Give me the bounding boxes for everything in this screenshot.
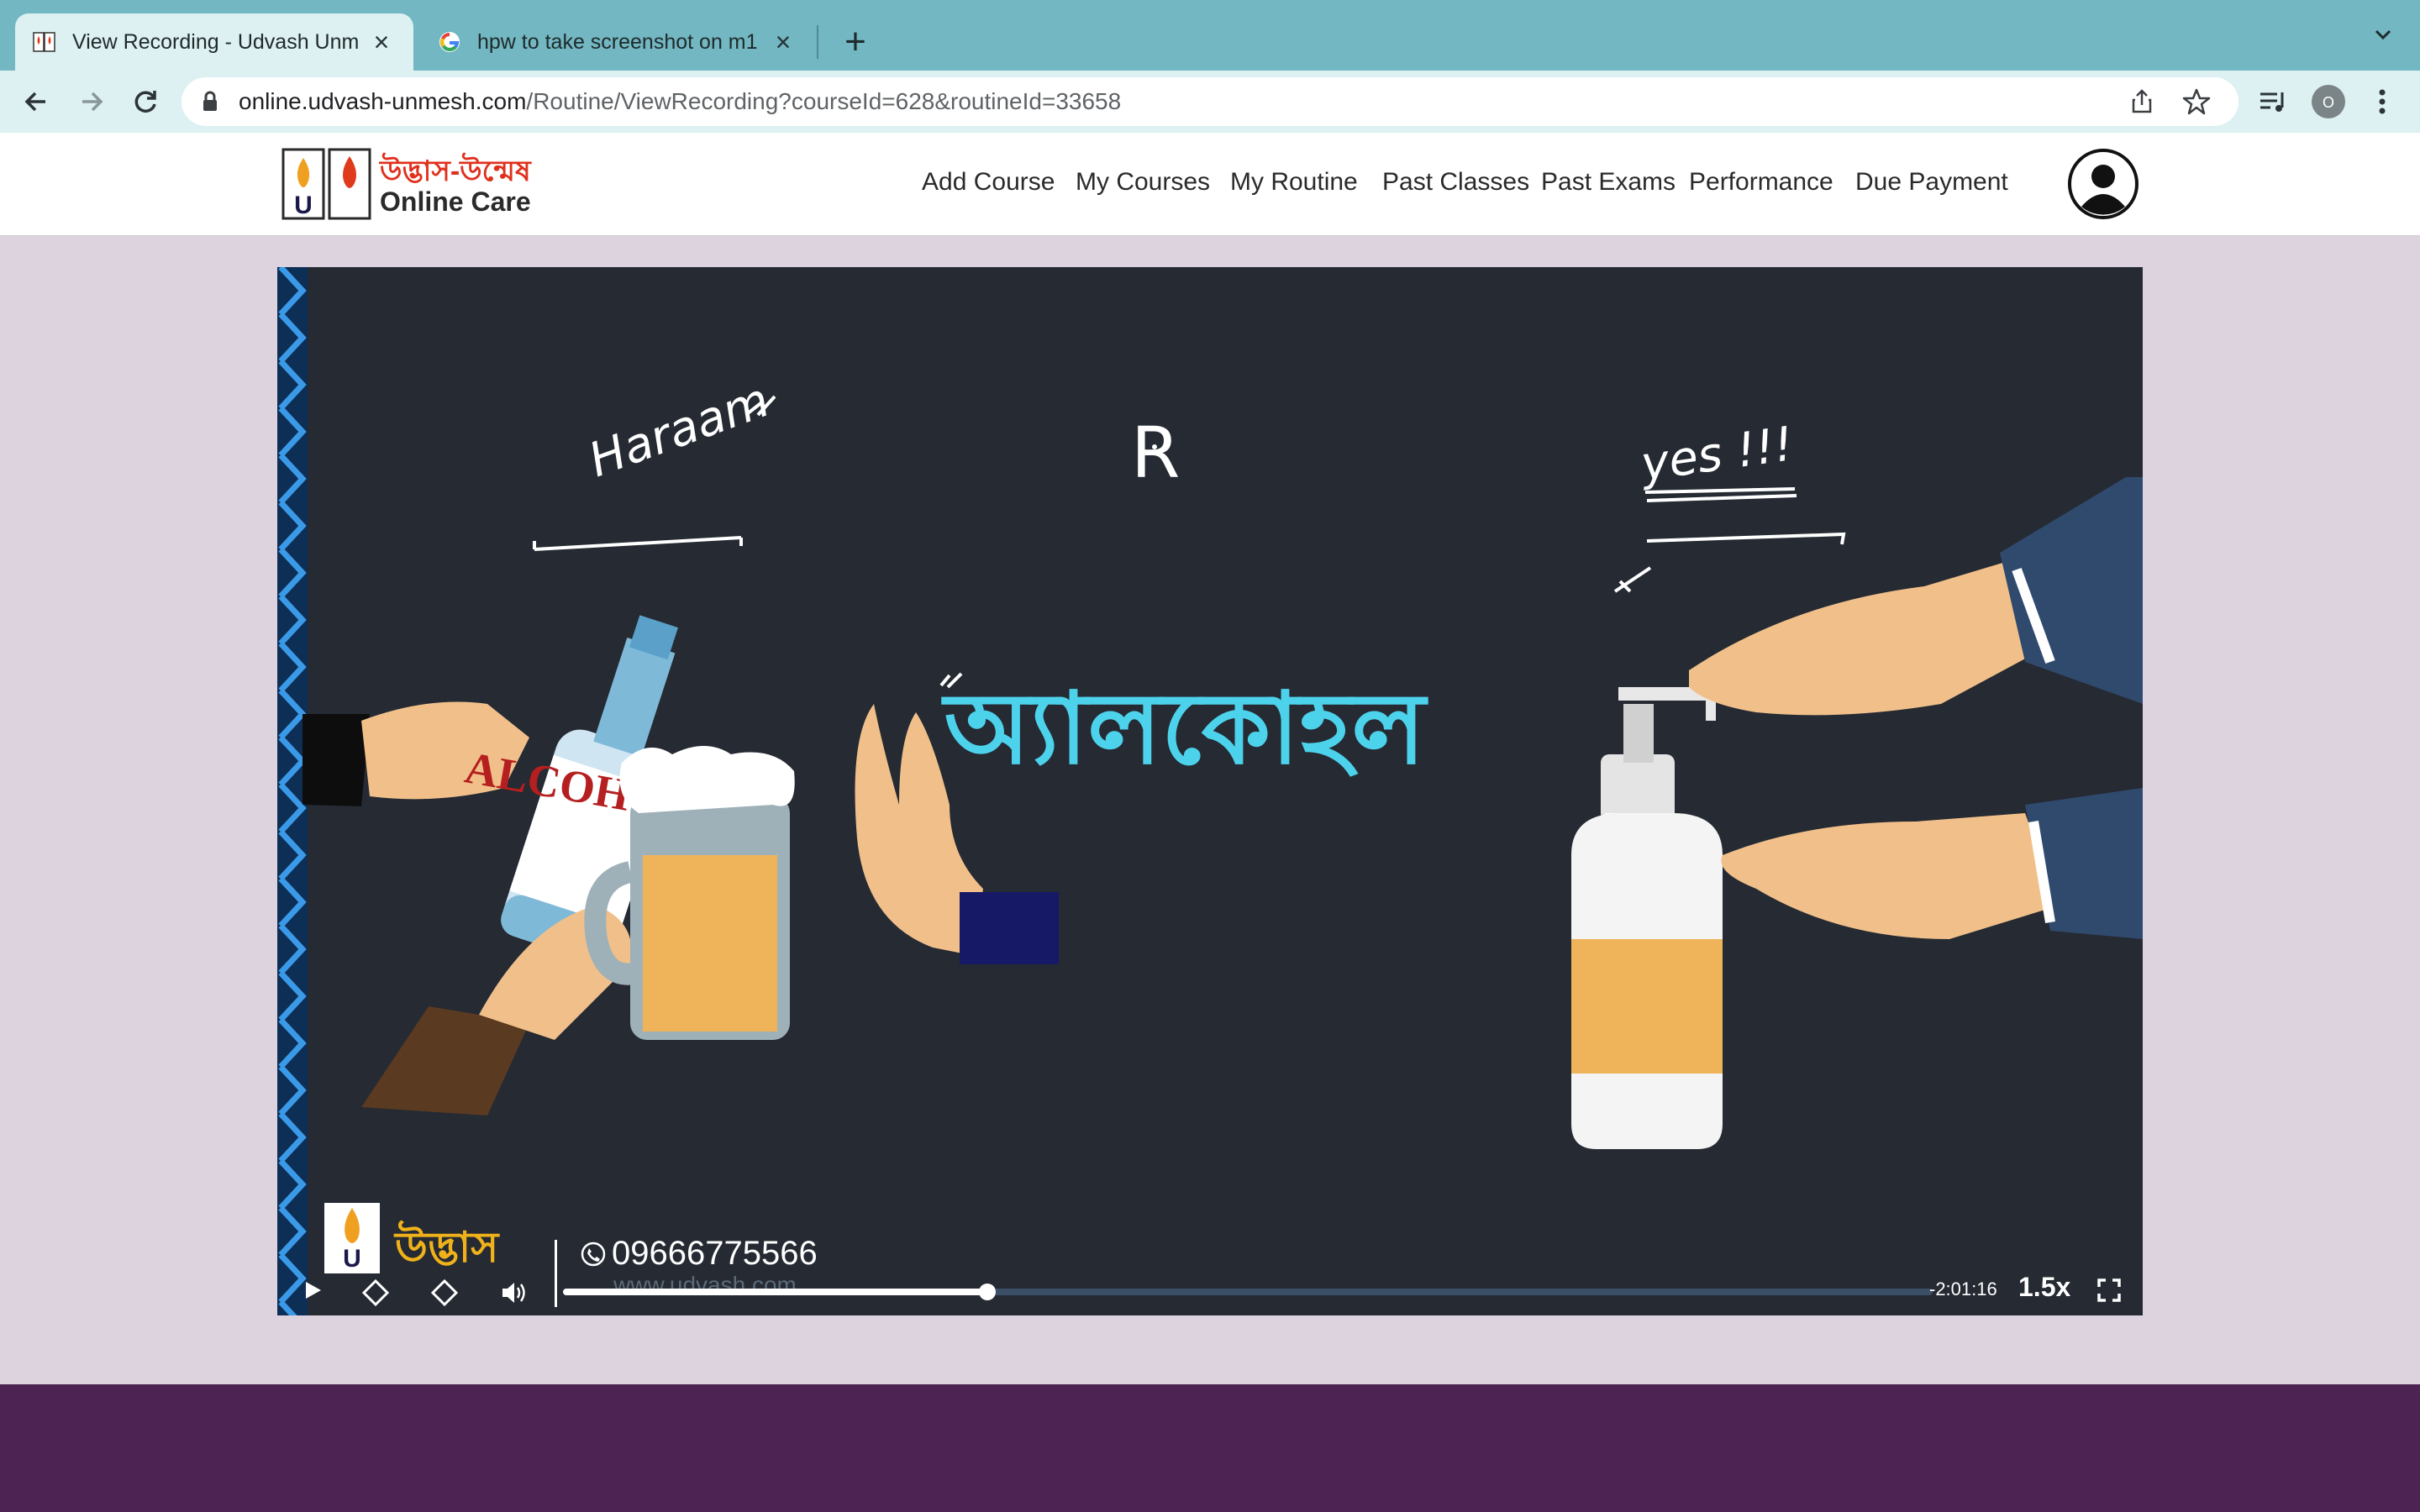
avatar-icon[interactable]: O xyxy=(2309,82,2348,121)
url-text[interactable]: online.udvash-unmesh.com/Routine/ViewRec… xyxy=(239,77,1121,126)
close-tab-icon[interactable]: × xyxy=(366,27,397,58)
tab-search-chevron-icon[interactable] xyxy=(2366,22,2400,55)
media-icon[interactable] xyxy=(2254,82,2292,121)
close-tab-icon[interactable]: × xyxy=(768,27,798,58)
annotation-yes: yes !!! xyxy=(1636,417,1797,492)
google-icon xyxy=(437,29,462,55)
site-logo[interactable]: U উদ্ভাস-উন্মেষ Online Care xyxy=(281,146,533,222)
menu-icon[interactable] xyxy=(2363,82,2402,121)
lock-icon[interactable] xyxy=(202,91,218,117)
browser-toolbar: online.udvash-unmesh.com/Routine/ViewRec… xyxy=(0,71,2420,134)
share-icon[interactable] xyxy=(2128,87,2156,120)
star-icon[interactable] xyxy=(2181,87,2212,121)
scene-title-bangla: অ্যালকোহল xyxy=(941,674,1429,785)
nav-my-courses[interactable]: My Courses xyxy=(1076,168,1210,197)
address-bar[interactable]: online.udvash-unmesh.com/Routine/ViewRec… xyxy=(182,77,2238,126)
forward-marker-icon[interactable] xyxy=(430,1278,459,1311)
tab-view-recording[interactable]: View Recording - Udvash Unm × xyxy=(15,13,413,71)
reload-icon[interactable] xyxy=(126,82,165,121)
nav-past-classes[interactable]: Past Classes xyxy=(1382,168,1529,197)
volume-icon[interactable] xyxy=(499,1278,528,1311)
watermark-logo-icon: U xyxy=(324,1203,380,1273)
site-header: U উদ্ভাস-উন্মেষ Online Care Add Course M… xyxy=(0,133,2420,236)
profile-initial: O xyxy=(2323,94,2334,111)
nav-due-payment[interactable]: Due Payment xyxy=(1855,168,2008,197)
svg-text:U: U xyxy=(294,192,313,219)
watermark-phone: 09666775566 xyxy=(580,1235,818,1273)
nav-past-exams[interactable]: Past Exams xyxy=(1541,168,1676,197)
new-tab-icon[interactable]: + xyxy=(837,20,874,64)
fullscreen-icon[interactable] xyxy=(2096,1277,2123,1308)
watermark-brand-text: উদ্ভাস xyxy=(395,1224,499,1271)
nav-add-course[interactable]: Add Course xyxy=(922,168,1055,197)
logo-english-text: Online Care xyxy=(380,186,531,217)
tab-separator xyxy=(817,25,818,59)
phone-number: 09666775566 xyxy=(612,1235,818,1272)
site-footer xyxy=(0,1384,2420,1512)
tab-title: View Recording - Udvash Unm xyxy=(72,29,360,54)
url-path: /Routine/ViewRecording?courseId=628&rout… xyxy=(526,88,1122,114)
back-icon[interactable] xyxy=(17,82,55,121)
lecture-scene: ALCOHOL অ্যালকোহল Haraam R yes !!! xyxy=(302,373,2143,1149)
rewind-marker-icon[interactable] xyxy=(361,1278,390,1311)
annotation-haraam: Haraam xyxy=(582,373,776,488)
forward-icon[interactable] xyxy=(72,82,111,121)
user-avatar-icon[interactable] xyxy=(2067,148,2139,224)
progress-track[interactable] xyxy=(563,1284,1933,1300)
progress-fill xyxy=(563,1289,988,1295)
annotation-r: R xyxy=(1131,412,1180,494)
nav-performance[interactable]: Performance xyxy=(1689,168,1833,197)
video-player[interactable]: ALCOHOL অ্যালকোহল Haraam R yes !!! U উদ্ xyxy=(277,267,2143,1315)
play-icon[interactable] xyxy=(301,1278,324,1306)
tab-google-search[interactable]: hpw to take screenshot on m1 × xyxy=(420,13,815,71)
phone-icon xyxy=(581,1242,606,1266)
svg-text:U: U xyxy=(343,1245,361,1273)
watermark-divider xyxy=(555,1240,557,1307)
nav-my-routine[interactable]: My Routine xyxy=(1230,168,1358,197)
logo-emblem-icon: U xyxy=(281,148,371,220)
url-host: online.udvash-unmesh.com xyxy=(239,88,527,114)
playback-speed-button[interactable]: 1.5x xyxy=(2018,1272,2070,1303)
tab-strip: View Recording - Udvash Unm × hpw to tak… xyxy=(0,0,2420,71)
time-remaining: -2:01:16 xyxy=(1929,1278,1997,1299)
tab-title: hpw to take screenshot on m1 xyxy=(477,29,758,54)
udvash-favicon-icon xyxy=(32,29,57,55)
